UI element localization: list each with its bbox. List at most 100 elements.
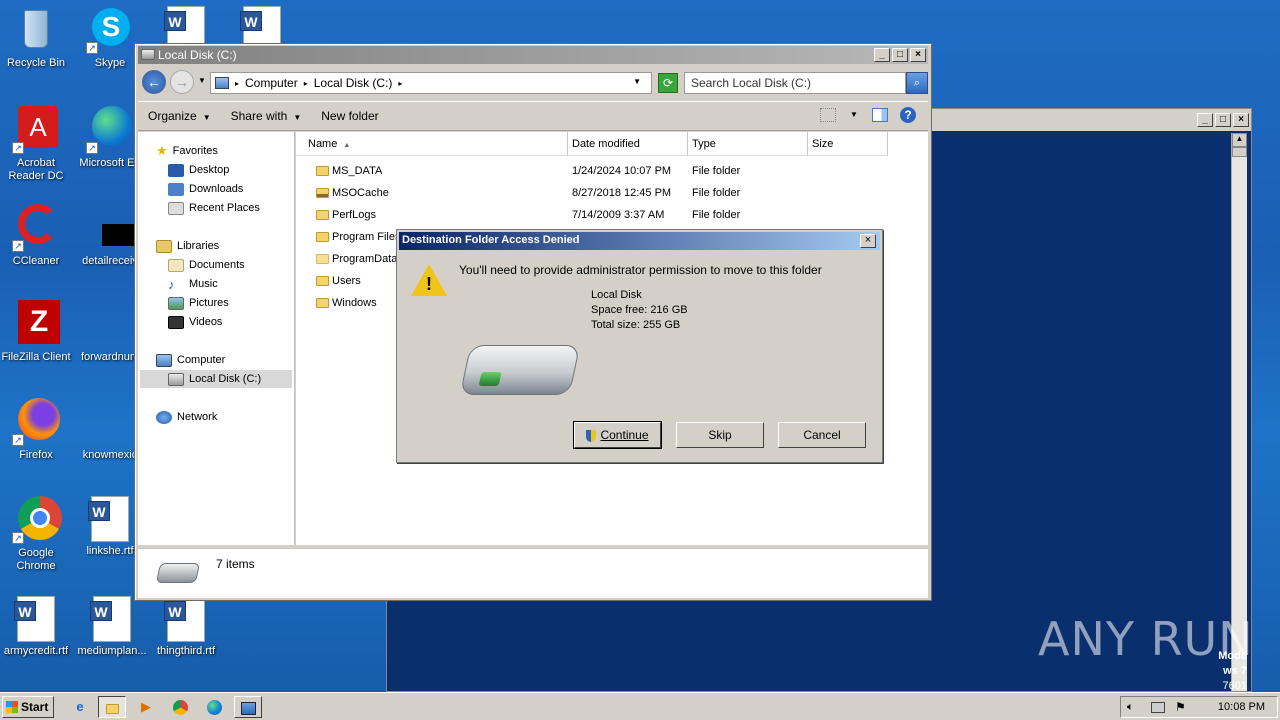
flag-icon[interactable]: ⚑ [1175,700,1186,714]
share-with-button[interactable]: Share with ▼ [221,104,312,128]
nav-recent-places[interactable]: Recent Places [168,199,260,217]
desktop-icon-chrome[interactable]: ↗ Google Chrome [0,496,74,573]
breadcrumb-separator-icon[interactable]: ▸ [398,79,402,88]
maximize-icon[interactable]: □ [892,48,908,62]
breadcrumb-computer[interactable]: Computer [245,76,298,90]
network-tray-icon[interactable] [1151,702,1165,713]
column-header-name[interactable]: Name ▲ [296,132,568,156]
windows-logo-icon [6,701,18,713]
address-bar-area: ← → ▼ ▸ Computer ▸ Local Disk (C:) ▸ ▼ ⟳… [138,68,928,98]
access-denied-dialog[interactable]: Destination Folder Access Denied × ! You… [396,229,883,463]
breadcrumb-separator-icon[interactable]: ▸ [235,79,239,88]
drive-icon [141,49,155,60]
address-dropdown-icon[interactable]: ▼ [633,77,641,86]
chevron-down-icon[interactable]: ▼ [198,76,206,85]
computer-icon [215,77,229,89]
folder-icon [316,298,329,308]
nav-libraries[interactable]: Libraries [156,237,219,255]
continue-button[interactable]: Continue [573,421,662,449]
edge-taskbar-icon[interactable] [200,696,228,718]
close-icon[interactable]: × [1233,113,1249,127]
vertical-scrollbar[interactable]: ▲ [1231,133,1247,691]
breadcrumb-local-disk[interactable]: Local Disk (C:) [314,76,393,90]
desktop-icon-firefox[interactable]: ↗ Firefox [0,398,74,462]
nav-local-disk[interactable]: Local Disk (C:) [140,370,292,388]
filezilla-icon: Z [12,300,60,348]
nav-pictures[interactable]: Pictures [168,294,229,312]
libraries-icon [156,239,172,253]
nav-downloads[interactable]: Downloads [168,180,243,198]
chrome-taskbar-icon[interactable] [166,696,194,718]
chevron-down-icon[interactable]: ▼ [850,110,858,119]
minimize-icon[interactable]: _ [1197,113,1213,127]
close-icon[interactable]: × [910,48,926,62]
media-player-icon[interactable]: ▶ [132,696,160,718]
acrobat-icon: A ↗ [12,106,60,154]
dialog-titlebar[interactable]: Destination Folder Access Denied × [399,232,880,250]
edge-icon: ↗ [86,106,134,154]
folder-icon [316,276,329,286]
refresh-icon[interactable]: ⟳ [658,73,678,93]
file-row[interactable]: PerfLogs 7/14/2009 3:37 AM File folder [296,205,928,227]
recent-places-icon [168,201,184,215]
nav-documents[interactable]: Documents [168,256,245,274]
window-taskbar-icon[interactable] [234,696,262,718]
desktop-icon-ccleaner[interactable]: ↗ CCleaner [0,204,74,268]
start-button[interactable]: Start [2,696,54,718]
command-bar: Organize ▼ Share with ▼ New folder ▼ ? [138,101,928,131]
blank-file-icon [86,300,134,348]
downloads-icon [168,182,184,196]
clock[interactable]: 10:08 PM [1218,701,1265,713]
ie-icon[interactable]: e [66,696,94,718]
desktop-icon-armycredit[interactable]: W armycredit.rtf [0,596,74,658]
system-tray: 🔈︎ ⚑ 10:08 PM [1120,696,1278,718]
navigation-pane: ★ Favorites Desktop Downloads Recent Plac… [138,132,295,545]
skip-button[interactable]: Skip [676,422,764,448]
forward-arrow-icon[interactable]: → [170,70,194,94]
locked-folder-icon [316,188,329,198]
nav-music[interactable]: ♪ Music [168,275,218,293]
search-input[interactable]: Search Local Disk (C:) [684,72,906,94]
drive-icon [155,563,201,583]
address-field[interactable]: ▸ Computer ▸ Local Disk (C:) ▸ ▼ [210,72,652,94]
desktop-icon-recycle-bin[interactable]: Recycle Bin [0,6,74,70]
desktop-icon-thingthird[interactable]: W thingthird.rtf [148,596,224,658]
nav-favorites[interactable]: ★ Favorites [156,142,218,160]
nav-videos[interactable]: Videos [168,313,222,331]
explorer-titlebar[interactable]: Local Disk (C:) _ □ × [138,46,928,64]
nav-desktop[interactable]: Desktop [168,161,229,179]
explorer-taskbar-icon[interactable] [98,696,126,718]
file-row[interactable]: MS_DATA 1/24/2024 10:07 PM File folder [296,161,928,183]
volume-icon[interactable]: 🔈︎ [1127,701,1134,714]
organize-button[interactable]: Organize ▼ [138,104,221,128]
view-options-icon[interactable] [820,108,836,122]
folder-icon [316,232,329,242]
column-header-size[interactable]: Size [808,132,888,156]
warning-exclamation: ! [426,274,432,294]
nav-network[interactable]: Network [156,408,217,426]
desktop-icon-acrobat[interactable]: A ↗ Acrobat Reader DC [0,106,74,183]
maximize-icon[interactable]: □ [1215,113,1231,127]
column-header-date[interactable]: Date modified [568,132,688,156]
back-arrow-icon[interactable]: ← [142,70,166,94]
firefox-icon: ↗ [12,398,60,446]
desktop-icon-filezilla[interactable]: Z FileZilla Client [0,300,74,364]
folder-icon [316,210,329,220]
column-header-type[interactable]: Type [688,132,808,156]
total-size: Total size: 255 GB [591,319,681,331]
minimize-icon[interactable]: _ [874,48,890,62]
close-icon[interactable]: × [860,234,876,248]
preview-pane-icon[interactable] [872,108,888,122]
disk-name: Local Disk [591,289,642,301]
breadcrumb-separator-icon[interactable]: ▸ [304,79,308,88]
dialog-message: You'll need to provide administrator per… [459,263,822,277]
hard-drive-icon [459,345,581,395]
search-icon[interactable]: ⌕ [906,72,928,94]
desktop-icon-mediumplan[interactable]: W mediumplan... [74,596,150,658]
nav-computer[interactable]: Computer [156,351,225,369]
sort-arrow-icon: ▲ [343,142,351,149]
help-icon[interactable]: ? [900,107,916,123]
cancel-button[interactable]: Cancel [778,422,866,448]
file-row[interactable]: MSOCache 8/27/2018 12:45 PM File folder [296,183,928,205]
new-folder-button[interactable]: New folder [311,104,388,128]
